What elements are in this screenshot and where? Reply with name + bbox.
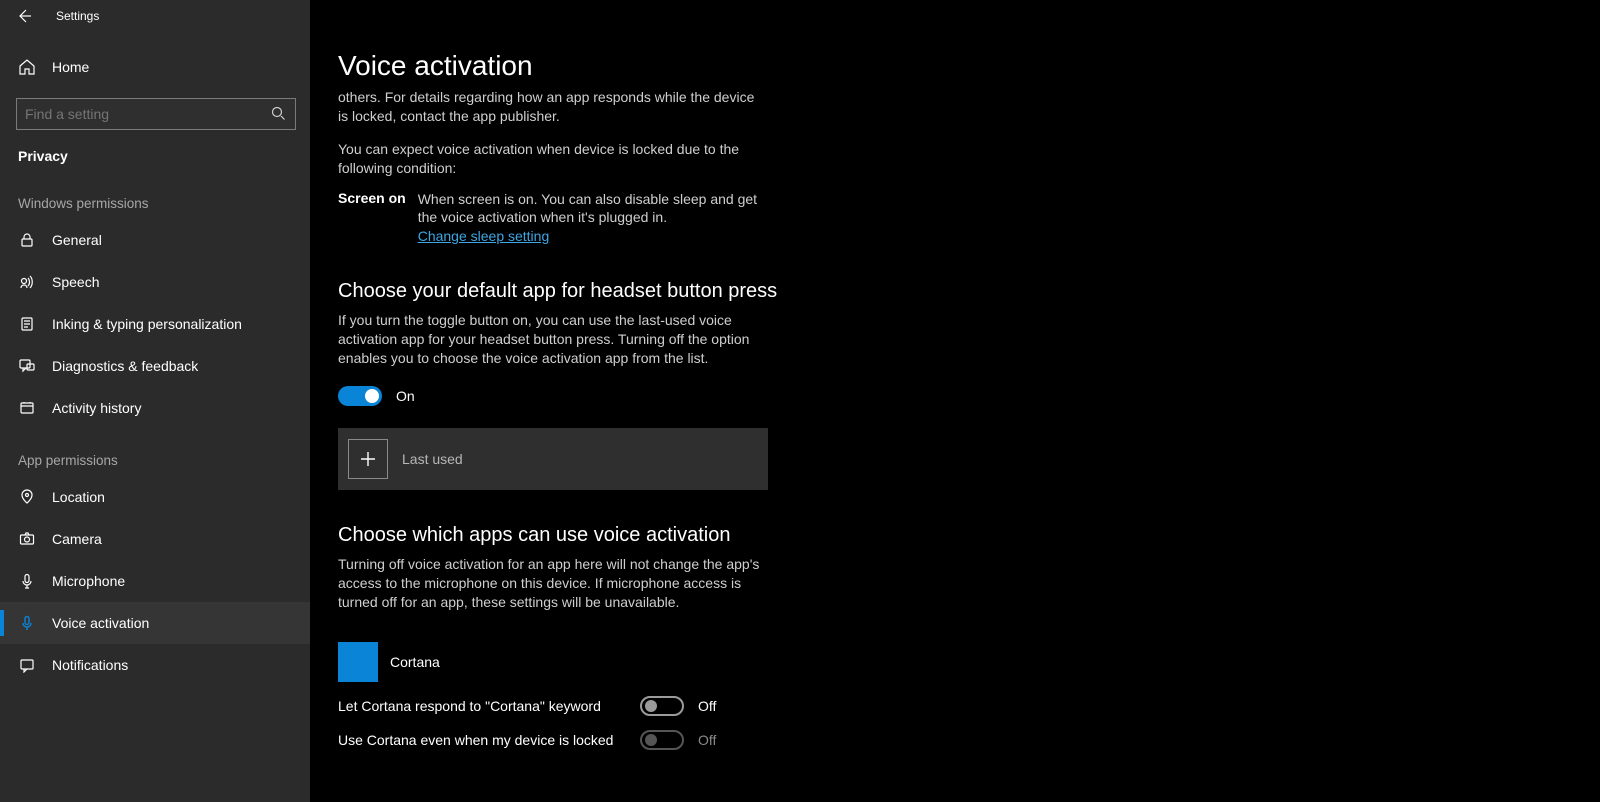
page-title: Voice activation — [338, 50, 1560, 82]
nav-label: Inking & typing personalization — [52, 316, 242, 332]
screen-on-label: Screen on — [338, 190, 406, 206]
nav-item-location[interactable]: Location — [0, 476, 310, 518]
cortana-header: Cortana — [338, 642, 1560, 682]
apps-heading: Choose which apps can use voice activati… — [338, 524, 1560, 547]
headset-desc: If you turn the toggle button on, you ca… — [338, 311, 768, 368]
location-icon — [18, 488, 36, 506]
nav-label: Speech — [52, 274, 99, 290]
nav-item-camera[interactable]: Camera — [0, 518, 310, 560]
screen-on-desc: When screen is on. You can also disable … — [418, 191, 757, 226]
intro-text-cut: others. For details regarding how an app… — [338, 88, 768, 126]
nav-label: General — [52, 232, 102, 248]
cortana-icon — [338, 642, 378, 682]
back-button[interactable] — [0, 0, 48, 32]
nav-label: Location — [52, 489, 105, 505]
nav-label: Microphone — [52, 573, 125, 589]
arrow-left-icon — [16, 8, 32, 24]
clipboard-icon — [18, 315, 36, 333]
expect-text: You can expect voice activation when dev… — [338, 140, 768, 178]
home-button[interactable]: Home — [0, 48, 310, 86]
nav-label: Camera — [52, 531, 102, 547]
voice-activation-icon — [18, 614, 36, 632]
history-icon — [18, 399, 36, 417]
sidebar: Home Privacy Windows permissions General… — [0, 0, 310, 802]
nav-label: Voice activation — [52, 615, 149, 631]
lock-icon — [18, 231, 36, 249]
search-icon — [271, 106, 287, 122]
headset-toggle-state: On — [396, 388, 415, 404]
category-label: Privacy — [0, 130, 310, 172]
cortana-locked-label: Use Cortana even when my device is locke… — [338, 732, 618, 748]
main-content: Voice activation others. For details reg… — [310, 0, 1600, 802]
window-title: Settings — [56, 9, 99, 23]
sleep-setting-link[interactable]: Change sleep setting — [418, 228, 550, 244]
cortana-keyword-label: Let Cortana respond to "Cortana" keyword — [338, 698, 618, 714]
screen-on-row: Screen on When screen is on. You can als… — [338, 190, 1560, 247]
default-app-selector[interactable]: Last used — [338, 428, 768, 490]
cortana-block: Cortana Let Cortana respond to "Cortana"… — [338, 642, 1560, 750]
speech-icon — [18, 273, 36, 291]
nav-label: Notifications — [52, 657, 128, 673]
headset-toggle-row: On — [338, 386, 1560, 406]
group-header-app-permissions: App permissions — [0, 429, 310, 476]
home-icon — [18, 58, 36, 76]
nav-item-general[interactable]: General — [0, 219, 310, 261]
nav-item-voice-activation[interactable]: Voice activation — [0, 602, 310, 644]
nav-item-activity-history[interactable]: Activity history — [0, 387, 310, 429]
plus-icon — [348, 439, 388, 479]
cortana-locked-state: Off — [698, 732, 716, 748]
camera-icon — [18, 530, 36, 548]
notifications-icon — [18, 656, 36, 674]
titlebar: Settings — [0, 0, 1600, 32]
apps-desc: Turning off voice activation for an app … — [338, 555, 778, 612]
nav-item-speech[interactable]: Speech — [0, 261, 310, 303]
microphone-icon — [18, 572, 36, 590]
nav-item-microphone[interactable]: Microphone — [0, 560, 310, 602]
headset-heading: Choose your default app for headset butt… — [338, 280, 1560, 303]
nav-item-diagnostics[interactable]: Diagnostics & feedback — [0, 345, 310, 387]
nav-item-inking-typing[interactable]: Inking & typing personalization — [0, 303, 310, 345]
cortana-keyword-row: Let Cortana respond to "Cortana" keyword… — [338, 696, 1560, 716]
search-input[interactable] — [25, 106, 271, 122]
nav-item-notifications[interactable]: Notifications — [0, 644, 310, 686]
headset-toggle[interactable] — [338, 386, 382, 406]
nav-label: Activity history — [52, 400, 141, 416]
group-header-windows-permissions: Windows permissions — [0, 172, 310, 219]
cortana-keyword-toggle[interactable] — [640, 696, 684, 716]
default-app-label: Last used — [402, 451, 463, 467]
cortana-locked-toggle[interactable] — [640, 730, 684, 750]
feedback-icon — [18, 357, 36, 375]
nav-label: Diagnostics & feedback — [52, 358, 198, 374]
cortana-locked-row: Use Cortana even when my device is locke… — [338, 730, 1560, 750]
home-label: Home — [52, 59, 89, 75]
cortana-keyword-state: Off — [698, 698, 716, 714]
screen-on-text: When screen is on. You can also disable … — [418, 190, 778, 247]
cortana-name: Cortana — [390, 654, 440, 670]
search-box[interactable] — [16, 98, 296, 130]
